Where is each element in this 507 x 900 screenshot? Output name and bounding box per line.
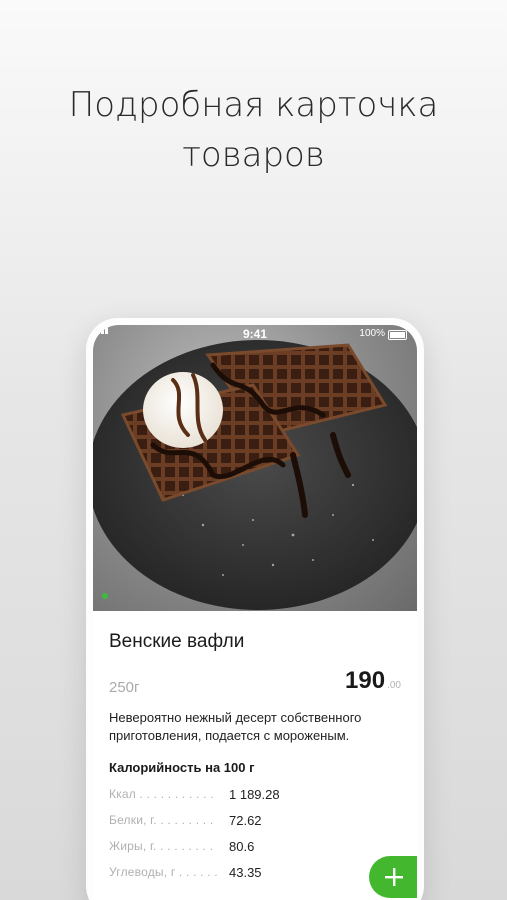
battery-icon bbox=[388, 330, 407, 340]
nutrient-label: Ккал . . . . . . . . . . . bbox=[109, 787, 214, 801]
nutrient-kcal: Ккал . . . . . . . . . . . 1 189.28 bbox=[109, 783, 401, 809]
product-description: Невероятно нежный десерт собственного пр… bbox=[109, 710, 362, 743]
calories-title: Калорийность на 100 г bbox=[109, 760, 255, 775]
product-screen: 9:41 100% Венские вафли 250г 190.00 Неве… bbox=[93, 325, 417, 900]
plus-icon bbox=[385, 868, 403, 886]
gallery-dot-indicator[interactable] bbox=[102, 593, 108, 599]
nutrient-label: Белки, г. . . . . . . . . bbox=[109, 813, 214, 827]
price-main: 190 bbox=[345, 667, 386, 694]
weight-price-row: 250г 190.00 bbox=[109, 667, 401, 707]
price-cents: .00 bbox=[387, 680, 401, 691]
waffles-illustration bbox=[93, 340, 417, 610]
nutrient-value: 80.6 bbox=[229, 839, 255, 854]
nutrient-carbs: Углеводы, г . . . . . . 43.35 bbox=[109, 861, 401, 887]
product-photo[interactable]: 9:41 100% bbox=[93, 325, 417, 611]
battery-percent: 100% bbox=[359, 328, 385, 339]
promo-headline: Подробная карточка товаров bbox=[0, 80, 507, 180]
nutrient-value: 1 189.28 bbox=[229, 787, 280, 802]
product-weight: 250г bbox=[109, 679, 140, 696]
nutrient-label: Углеводы, г . . . . . . bbox=[109, 865, 218, 879]
nutrient-protein: Белки, г. . . . . . . . . 72.62 bbox=[109, 809, 401, 835]
nutrient-label: Жиры, г. . . . . . . . . bbox=[109, 839, 214, 853]
product-price: 190.00 bbox=[345, 667, 401, 695]
product-title: Венские вафли bbox=[109, 631, 245, 652]
nutrient-value: 43.35 bbox=[229, 865, 262, 880]
nutrient-value: 72.62 bbox=[229, 813, 262, 828]
product-details: Венские вафли 250г 190.00 Невероятно неж… bbox=[93, 631, 417, 887]
nutrient-fat: Жиры, г. . . . . . . . . 80.6 bbox=[109, 835, 401, 861]
headline-line-2: товаров bbox=[182, 135, 325, 175]
headline-line-1: Подробная карточка bbox=[68, 85, 439, 125]
status-bar: 9:41 100% bbox=[93, 325, 417, 343]
phone-mockup: 9:41 100% Венские вафли 250г 190.00 Неве… bbox=[86, 318, 424, 900]
add-to-cart-button[interactable] bbox=[369, 856, 417, 898]
nutrients-list: Ккал . . . . . . . . . . . 1 189.28 Белк… bbox=[109, 783, 401, 887]
